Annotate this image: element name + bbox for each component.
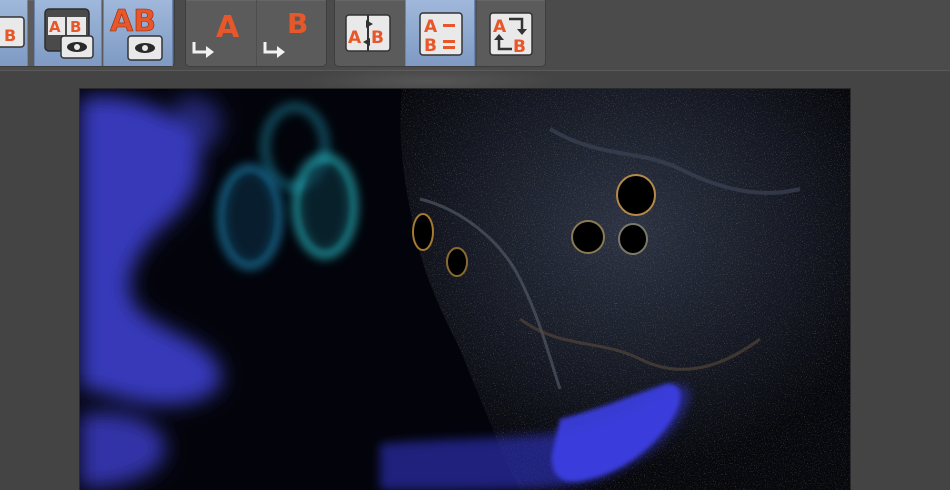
letter-b-glyph: B (4, 26, 16, 45)
copy-to-a-icon: A (192, 10, 240, 58)
letter-b-glyph: B (287, 7, 308, 40)
letter-a-glyph: A (49, 18, 61, 36)
show-b-icon: B (0, 16, 25, 48)
ab-preview-icon: A B (44, 8, 94, 59)
letter-b-glyph: B (70, 18, 81, 36)
copy-to-b-icon: B (263, 7, 308, 58)
difference-ab-button[interactable]: A B (405, 0, 475, 66)
toolbar-group-compare: A B A B A B (334, 0, 546, 67)
letter-b-glyph: B (424, 36, 437, 56)
show-b-button[interactable]: B (0, 0, 28, 66)
ab-with-preview-button[interactable]: A B (34, 0, 102, 66)
swap-split-icon: A B (345, 14, 391, 52)
ab-compare-window: B A B AB A B A B A B A B (0, 0, 950, 490)
letter-a-glyph: A (216, 10, 240, 45)
toolbar-divider (0, 70, 950, 71)
letter-a-glyph: A (348, 28, 362, 48)
ab-large-preview-button[interactable]: AB (103, 0, 173, 66)
ab-large-icon: AB (110, 4, 163, 61)
letters-ab-glyph: AB (110, 4, 156, 39)
toolbar-group-copy: A B (185, 0, 327, 67)
copy-to-b-button[interactable]: B (256, 0, 325, 66)
eye-icon (135, 43, 155, 53)
letter-b-glyph: B (371, 28, 384, 48)
render-viewport[interactable] (80, 89, 850, 490)
right-arrow-icon (263, 42, 285, 58)
minus-icon (443, 24, 455, 27)
toolbar: B A B AB A B A B A B A B (0, 0, 950, 71)
swap-ab-rotate-button[interactable]: A B (476, 0, 544, 66)
letter-b-glyph: B (513, 37, 526, 57)
letter-a-glyph: A (424, 17, 438, 37)
right-arrow-icon (192, 42, 214, 58)
swap-ab-split-button[interactable]: A B (335, 0, 404, 66)
letter-a-glyph: A (493, 17, 507, 37)
difference-icon: A B (419, 12, 463, 56)
swap-rotate-icon: A B (489, 12, 533, 57)
toolbar-group-view-modes: B A B AB (0, 0, 175, 67)
difference-render-image (80, 89, 850, 490)
eye-icon (67, 42, 87, 52)
copy-to-a-button[interactable]: A (186, 0, 255, 66)
